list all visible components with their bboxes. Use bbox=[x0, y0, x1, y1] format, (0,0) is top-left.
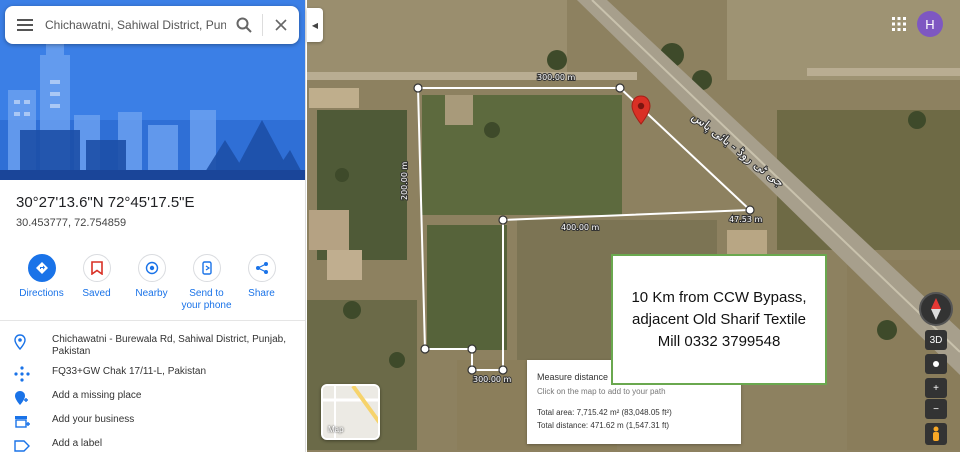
add-missing-place-text: Add a missing place bbox=[52, 390, 142, 401]
bookmark-icon bbox=[90, 261, 103, 275]
location-pin-icon bbox=[14, 334, 26, 350]
add-label-row[interactable]: Add a label bbox=[14, 438, 299, 452]
segment-label: 200.00 m bbox=[400, 161, 409, 200]
saved-label: Saved bbox=[82, 288, 111, 299]
add-business-text: Add your business bbox=[52, 414, 135, 425]
plus-code-icon bbox=[14, 366, 30, 382]
street-view-button[interactable] bbox=[925, 423, 947, 445]
maps-app: 30°27'13.6"N 72°45'17.5"E 30.453777, 72.… bbox=[0, 0, 960, 452]
directions-button[interactable]: Directions bbox=[14, 254, 69, 312]
address-text: Chichawatni - Burewala Rd, Sahiwal Distr… bbox=[52, 334, 286, 357]
my-location-button[interactable] bbox=[925, 354, 947, 374]
add-business-row[interactable]: Add your business bbox=[14, 414, 299, 430]
apps-grid-icon bbox=[892, 17, 906, 31]
storefront-icon bbox=[15, 416, 30, 428]
segment-label: 47.53 m bbox=[729, 215, 762, 224]
nearby-label: Nearby bbox=[135, 288, 168, 299]
directions-icon bbox=[35, 262, 48, 274]
google-apps-button[interactable] bbox=[887, 12, 911, 36]
search-input[interactable] bbox=[45, 10, 226, 40]
menu-button[interactable] bbox=[5, 6, 45, 44]
plus-code-text: FQ33+GW Chak 17/11-L, Pakistan bbox=[52, 366, 207, 377]
place-header: 30°27'13.6"N 72°45'17.5"E 30.453777, 72.… bbox=[16, 194, 195, 229]
share-button[interactable]: Share bbox=[234, 254, 289, 312]
search-box bbox=[5, 6, 299, 44]
nearby-icon bbox=[145, 261, 158, 275]
segment-label: 400.00 m bbox=[561, 223, 600, 232]
my-location-icon bbox=[933, 361, 939, 367]
close-icon bbox=[275, 19, 287, 31]
share-icon bbox=[255, 262, 268, 274]
add-place-icon bbox=[15, 391, 28, 405]
coordinates-decimal[interactable]: 30.453777, 72.754859 bbox=[16, 217, 195, 229]
action-row: Directions Saved Nearby Send to your pho… bbox=[14, 254, 289, 312]
label-icon bbox=[14, 440, 30, 452]
compass-icon bbox=[931, 298, 941, 320]
annotation-line: Mill 0332 3799548 bbox=[657, 332, 781, 350]
coordinates-dms: 30°27'13.6"N 72°45'17.5"E bbox=[16, 194, 195, 211]
layer-label: Map bbox=[328, 425, 344, 434]
send-to-phone-icon bbox=[201, 261, 212, 275]
segment-label: 300.00 m bbox=[537, 73, 576, 82]
share-label: Share bbox=[248, 288, 275, 299]
place-info-list: Chichawatni - Burewala Rd, Sahiwal Distr… bbox=[14, 334, 299, 452]
search-button[interactable] bbox=[226, 6, 262, 44]
send-to-phone-button[interactable]: Send to your phone bbox=[179, 254, 234, 312]
clear-search-button[interactable] bbox=[263, 6, 299, 44]
annotation-line: 10 Km from CCW Bypass, bbox=[631, 288, 807, 306]
search-icon bbox=[236, 17, 252, 33]
layer-switcher[interactable]: Map bbox=[321, 384, 380, 440]
view-3d-button[interactable]: 3D bbox=[925, 330, 947, 350]
hamburger-icon bbox=[17, 19, 33, 31]
directions-label: Directions bbox=[19, 288, 64, 299]
plus-code-row[interactable]: FQ33+GW Chak 17/11-L, Pakistan bbox=[14, 366, 299, 382]
total-distance: Total distance: 471.62 m (1,547.31 ft) bbox=[537, 421, 670, 430]
save-button[interactable]: Saved bbox=[69, 254, 124, 312]
pegman-icon bbox=[933, 426, 939, 441]
zoom-in-button[interactable]: + bbox=[925, 378, 947, 398]
section-divider bbox=[0, 320, 305, 321]
map-canvas[interactable]: جی ٹی روڈ - بائی پاس 300.00 m 200.00 m 4… bbox=[307, 0, 960, 452]
place-panel: 30°27'13.6"N 72°45'17.5"E 30.453777, 72.… bbox=[0, 0, 306, 452]
overlay-annotation: 10 Km from CCW Bypass, adjacent Old Shar… bbox=[611, 254, 827, 385]
account-avatar[interactable]: H bbox=[917, 11, 943, 37]
add-label-text: Add a label bbox=[52, 438, 103, 449]
total-area: Total area: 7,715.42 m² (83,048.05 ft²) bbox=[537, 408, 672, 417]
add-missing-place-row[interactable]: Add a missing place bbox=[14, 390, 299, 406]
nearby-button[interactable]: Nearby bbox=[124, 254, 179, 312]
send-to-phone-label: Send to your phone bbox=[181, 288, 232, 311]
compass-button[interactable] bbox=[919, 292, 953, 326]
address-row[interactable]: Chichawatni - Burewala Rd, Sahiwal Distr… bbox=[14, 334, 299, 358]
zoom-out-button[interactable]: − bbox=[925, 399, 947, 419]
annotation-line: adjacent Old Sharif Textile bbox=[632, 310, 806, 328]
chevron-left-icon: ◀ bbox=[311, 20, 319, 30]
measure-hint: Click on the map to add to your path bbox=[537, 387, 666, 396]
collapse-panel-button[interactable]: ◀ bbox=[307, 8, 323, 42]
segment-label: 300.00 m bbox=[473, 375, 512, 384]
